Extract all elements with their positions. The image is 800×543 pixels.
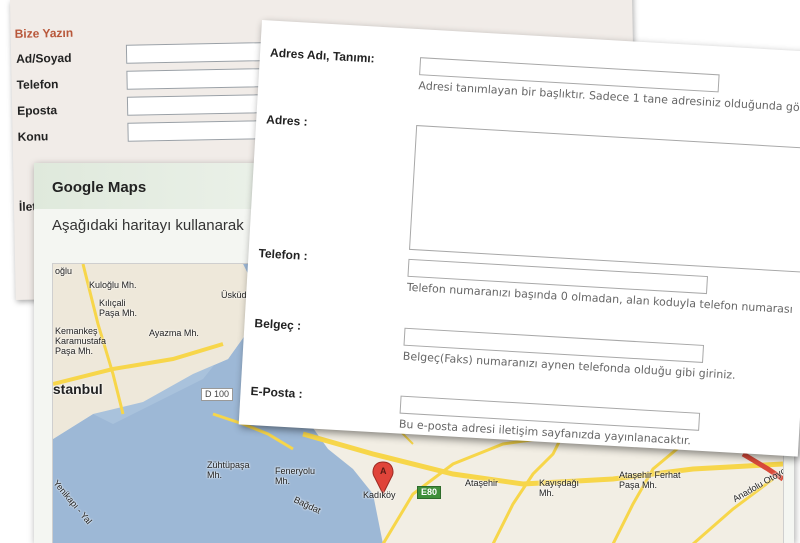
map-place-label: Ataşehir Ferhat Paşa Mh. — [619, 470, 681, 490]
email-label: E-Posta : — [250, 383, 303, 401]
map-place-label: Kuloğlu Mh. — [89, 280, 137, 290]
marker-letter: A — [380, 466, 387, 476]
map-place-label: Zühtüpaşa Mh. — [207, 460, 250, 480]
address-label: Adres : — [265, 112, 308, 129]
phone-label: Telefon — [16, 77, 59, 92]
address-form-card: Adres Adı, Tanımı: Adresi tanımlayan bir… — [238, 20, 800, 457]
maps-intro-text: Aşağıdaki haritayı kullanarak — [52, 217, 244, 234]
email-label: Eposta — [16, 103, 58, 118]
address-name-label: Adres Adı, Tanımı: — [269, 45, 376, 66]
address-textarea[interactable] — [409, 125, 800, 273]
map-place-label: Kayışdağı Mh. — [539, 478, 580, 498]
contact-form-title: Bize Yazın — [14, 25, 74, 41]
name-label: Ad/Soyad — [15, 50, 72, 66]
map-place-label: Ataşehir — [465, 478, 499, 488]
fax-label: Belgeç : — [254, 316, 302, 333]
subject-label: Konu — [17, 129, 49, 144]
map-city-label: İstanbul — [52, 381, 103, 397]
road — [611, 442, 684, 543]
maps-title: Google Maps — [52, 179, 147, 196]
map-place-label: Ayazma Mh. — [149, 328, 199, 338]
map-place-label: Feneryolu Mh. — [275, 466, 316, 486]
map-place-label: oğlu — [55, 266, 73, 276]
map-place-label: Kemankeş Karamustafa Paşa Mh. — [55, 326, 107, 356]
map-place-label: Kadıköy — [363, 490, 396, 500]
road-shield-d100: D 100 — [201, 388, 234, 401]
map-place-label: Kılıçali Paşa Mh. — [99, 298, 138, 318]
phone-label: Telefon : — [258, 246, 309, 264]
road-shield-e80: E80 — [417, 486, 442, 499]
